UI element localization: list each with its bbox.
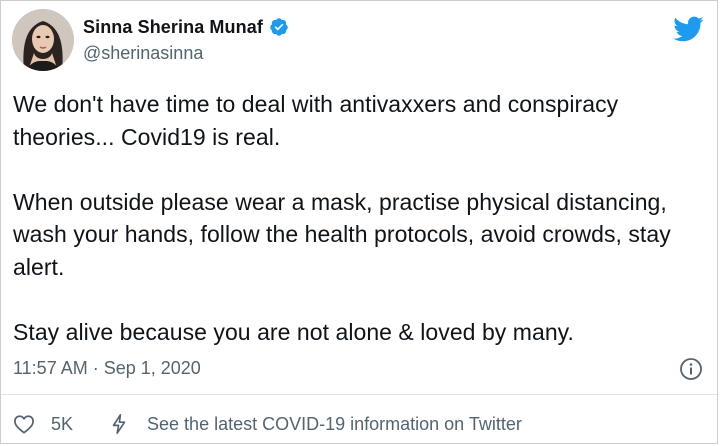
- twitter-bird-icon[interactable]: [672, 15, 704, 43]
- divider: [1, 394, 717, 395]
- covid-info-link[interactable]: See the latest COVID-19 information on T…: [147, 414, 522, 435]
- author-info: Sinna Sherina Munaf @sherinasinna: [83, 15, 289, 64]
- display-name[interactable]: Sinna Sherina Munaf: [83, 17, 263, 38]
- lightning-bolt-icon[interactable]: [109, 413, 129, 435]
- tweet-card: Sinna Sherina Munaf @sherinasinna We don…: [0, 0, 718, 444]
- tweet-header: Sinna Sherina Munaf @sherinasinna: [12, 9, 708, 73]
- tweet-actions: 5K See the latest COVID-19 information o…: [13, 411, 522, 437]
- heart-icon[interactable]: [13, 414, 35, 434]
- tweet-timestamp[interactable]: 11:57 AM · Sep 1, 2020: [13, 358, 201, 379]
- avatar-image: [12, 9, 74, 71]
- avatar[interactable]: [12, 9, 74, 71]
- verified-badge-icon: [269, 17, 289, 37]
- like-count: 5K: [51, 413, 74, 434]
- tweet-text: We don't have time to deal with antivaxx…: [13, 91, 671, 345]
- user-handle[interactable]: @sherinasinna: [83, 43, 289, 64]
- info-icon[interactable]: [679, 357, 703, 381]
